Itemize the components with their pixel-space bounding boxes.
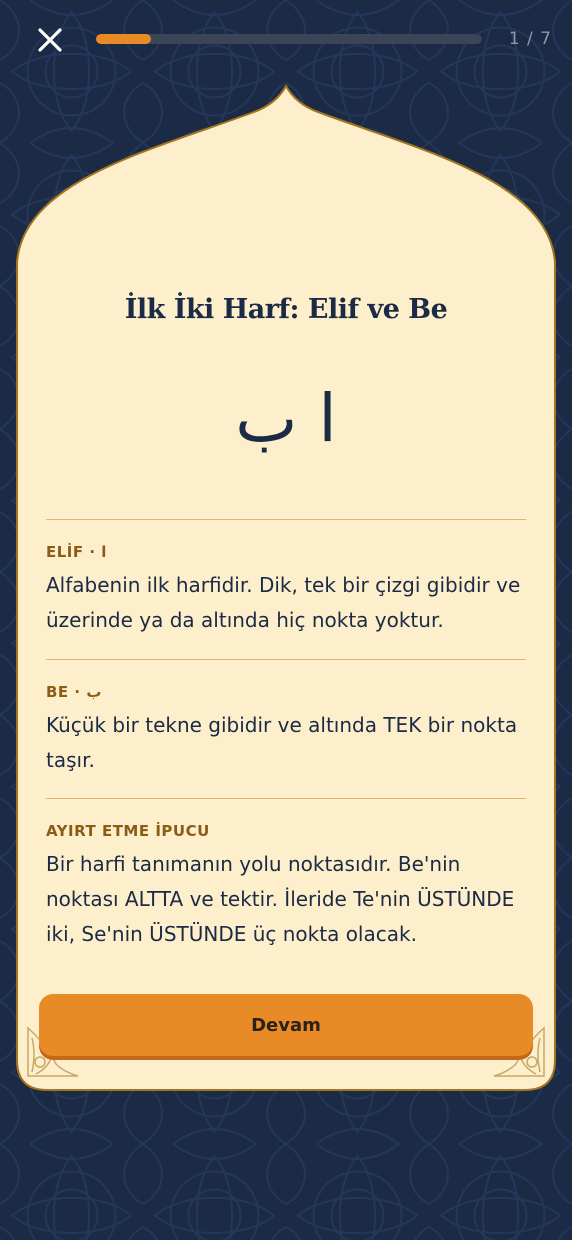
lesson-title: İlk İki Harf: Elif ve Be <box>124 294 448 325</box>
continue-button[interactable]: Devam <box>39 994 533 1056</box>
arabic-letters-display: ا ب <box>235 380 337 457</box>
close-icon <box>38 28 62 52</box>
progress-bar <box>96 34 482 44</box>
progress-fill <box>96 34 152 44</box>
section-text-elif: Alfabenin ilk harfidir. Dik, tek bir çiz… <box>46 573 521 632</box>
section-label-elif: ELİF · ا <box>46 543 107 561</box>
section-label-be: BE · ب <box>46 683 102 701</box>
top-bar: 1 / 7 <box>0 0 572 80</box>
divider <box>46 659 526 660</box>
close-button[interactable] <box>36 26 64 54</box>
section-text-tip: Bir harfi tanımanın yolu noktasıdır. Be'… <box>46 852 515 946</box>
divider <box>46 519 526 520</box>
lesson-card: İlk İki Harf: Elif ve Be ا ب ELİF · ا Al… <box>16 80 556 1090</box>
step-counter: 1 / 7 <box>508 29 552 49</box>
divider <box>46 798 526 799</box>
section-label-tip: AYIRT ETME İPUCU <box>46 822 210 840</box>
section-text-be: Küçük bir tekne gibidir ve altında TEK b… <box>46 713 518 772</box>
